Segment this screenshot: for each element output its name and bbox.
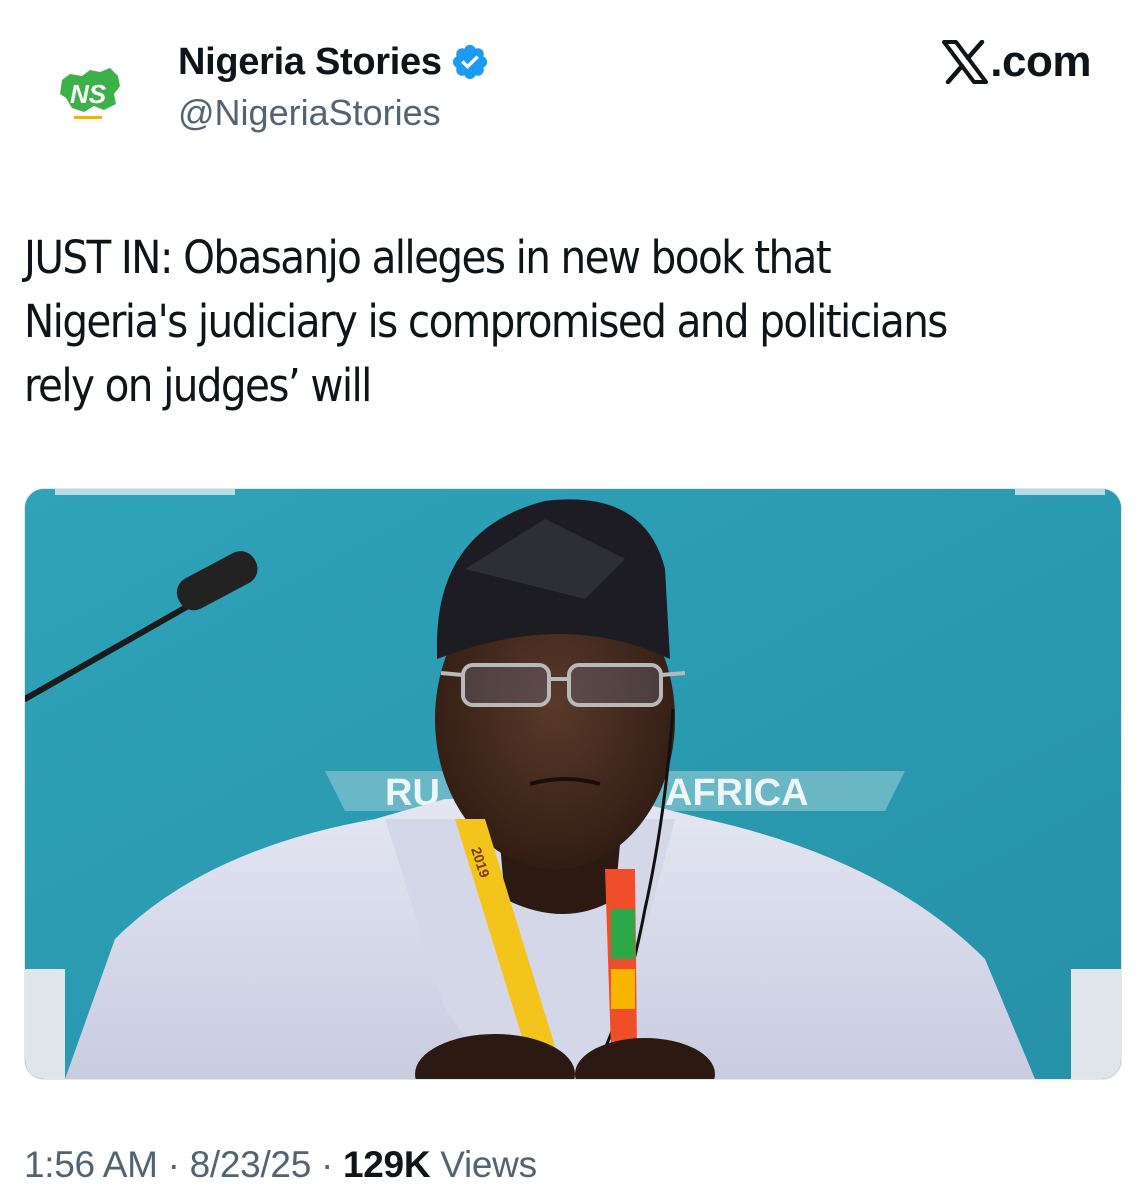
backdrop-text-right: AFRICA	[665, 772, 809, 814]
avatar[interactable]: NS	[24, 24, 152, 152]
x-com-brand: .com	[942, 36, 1091, 88]
views-count[interactable]: 129K	[343, 1144, 431, 1185]
tweet-time[interactable]: 1:56 AM	[24, 1144, 158, 1185]
nigeria-stories-logo-icon: NS	[24, 24, 152, 152]
display-name[interactable]: Nigeria Stories	[178, 41, 442, 84]
account-handle[interactable]: @NigeriaStories	[178, 92, 441, 134]
x-logo-icon	[942, 40, 989, 84]
obasanjo-photo: RU AFRICA 2019	[25, 489, 1121, 1079]
separator: ·	[157, 1144, 190, 1185]
display-name-row: Nigeria Stories	[178, 38, 490, 86]
tweet-date[interactable]: 8/23/25	[190, 1144, 312, 1185]
views-label[interactable]: Views	[440, 1144, 537, 1185]
tweet-meta: 1:56 AM · 8/23/25 · 129K Views	[24, 1144, 537, 1186]
brand-domain: .com	[990, 37, 1091, 86]
verified-badge-icon	[452, 44, 487, 80]
avatar-text: NS	[70, 79, 107, 109]
tweet-text: JUST IN: Obasanjo alleges in new book th…	[24, 231, 948, 412]
separator: ·	[311, 1144, 343, 1185]
tweet-media-photo[interactable]: RU AFRICA 2019	[24, 488, 1122, 1080]
